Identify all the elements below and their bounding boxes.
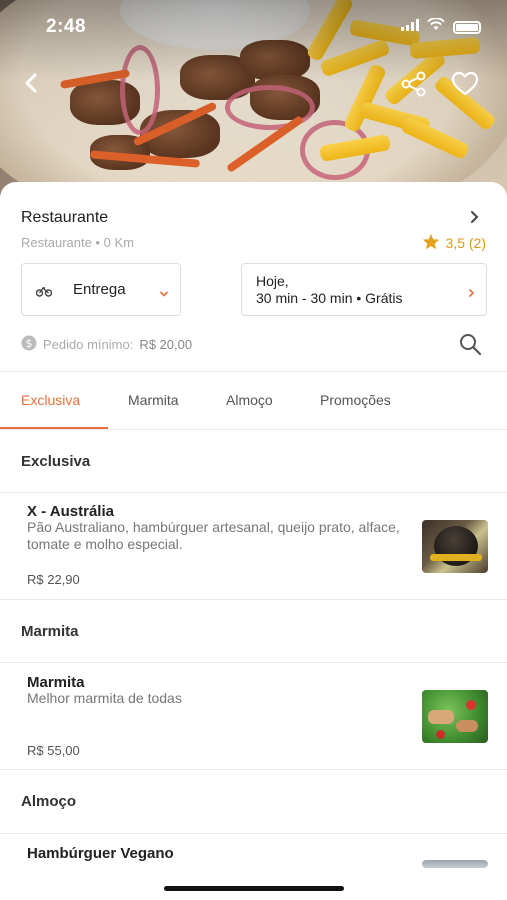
chevron-down-icon [159, 285, 169, 303]
tab-exclusiva[interactable]: Exclusiva [21, 392, 80, 408]
svg-text:$: $ [26, 337, 33, 350]
tab-almoco[interactable]: Almoço [226, 392, 273, 408]
item-description: Pão Australiano, hambúrguer artesanal, q… [27, 519, 400, 552]
bike-icon [35, 284, 53, 302]
divider [0, 492, 507, 493]
home-indicator [164, 886, 344, 891]
item-title: Marmita [27, 674, 85, 691]
divider [0, 662, 507, 663]
star-icon [422, 233, 440, 253]
delivery-day: Hoje, [256, 273, 289, 289]
rating-value: 3,5 (2) [445, 235, 486, 251]
tab-promocoes[interactable]: Promoções [320, 392, 391, 408]
restaurant-sheet: Restaurante Restaurante • 0 Km 3,5 (2) E… [0, 182, 507, 900]
status-time: 2:48 [46, 16, 87, 37]
tab-marmita[interactable]: Marmita [128, 392, 179, 408]
divider [0, 833, 507, 834]
back-icon[interactable] [22, 72, 40, 99]
min-order-label: Pedido mínimo: [43, 337, 134, 352]
dollar-icon: $ [21, 335, 37, 354]
chevron-right-icon[interactable] [470, 210, 480, 229]
item-title: Hambúrguer Vegano [27, 845, 174, 862]
share-icon[interactable] [400, 71, 428, 102]
chevron-right-icon [468, 285, 475, 303]
category-tabs: Exclusiva Marmita Almoço Promoções [0, 372, 507, 429]
item-title: X - Austrália [27, 503, 114, 520]
status-bar: 2:48 [0, 14, 507, 40]
item-description: Melhor marmita de todas [27, 690, 182, 706]
battery-icon [453, 20, 481, 34]
search-icon[interactable] [458, 332, 482, 361]
divider [0, 429, 507, 430]
salad-image [422, 690, 488, 743]
divider [0, 769, 507, 770]
item-image [422, 860, 488, 868]
wifi-icon [427, 17, 445, 36]
restaurant-subtitle: Restaurante • 0 Km [21, 235, 134, 250]
min-order-value: R$ 20,00 [139, 337, 193, 352]
delivery-time-select[interactable]: Hoje, 30 min - 30 min • Grátis [241, 263, 487, 316]
min-order: $ Pedido mínimo: R$ 20,00 [21, 335, 192, 354]
section-title: Almoço [21, 793, 77, 810]
delivery-mode-select[interactable]: Entrega [21, 263, 181, 316]
delivery-time-fee: 30 min - 30 min • Grátis [256, 290, 403, 306]
item-price: R$ 55,00 [27, 743, 80, 758]
rating: 3,5 (2) [422, 233, 486, 253]
restaurant-name[interactable]: Restaurante [21, 209, 108, 227]
burger-image [422, 520, 488, 573]
signal-icon [401, 18, 419, 36]
section-title: Marmita [21, 623, 79, 640]
divider [0, 599, 507, 600]
item-price: R$ 22,90 [27, 572, 80, 587]
delivery-mode-label: Entrega [73, 281, 126, 298]
heart-outline-icon[interactable] [451, 71, 479, 102]
section-title: Exclusiva [21, 453, 91, 470]
